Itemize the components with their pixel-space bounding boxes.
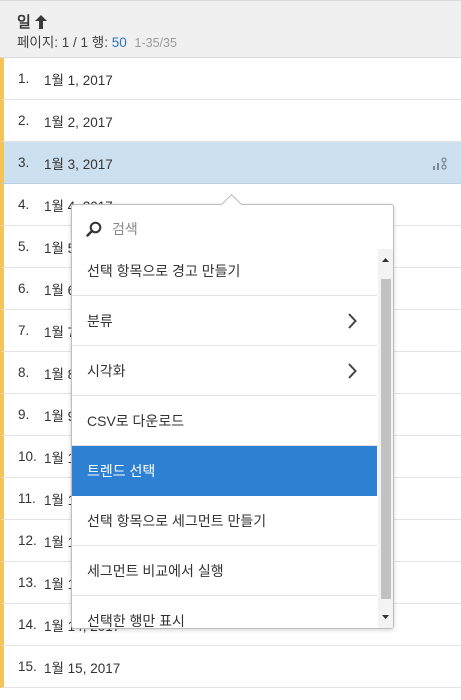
row-index: 15. [18,659,37,674]
menu-item-label: 선택 항목으로 세그먼트 만들기 [87,512,267,529]
menu-item-create-segment[interactable]: 선택 항목으로 세그먼트 만들기 [72,496,377,546]
menu-list: 선택 항목으로 경고 만들기 분류 시각화 CSV로 다운로드 트렌드 선택 선… [72,249,377,628]
row-index: 13. [18,575,37,590]
menu-item-create-alert[interactable]: 선택 항목으로 경고 만들기 [72,249,377,296]
chevron-right-icon [348,313,357,329]
menu-item-label: CSV로 다운로드 [87,412,185,429]
row-index: 11. [18,491,36,506]
menu-item-label: 트렌드 선택 [87,462,156,479]
row-index: 9. [18,407,30,422]
trend-icon[interactable] [433,156,449,170]
menu-item-label: 시각화 [87,362,126,379]
rows-per-page[interactable]: 50 [112,35,127,50]
table-header: 일 페이지: 1 / 1 행: 50 1-35/35 [0,0,461,58]
search-input[interactable] [110,220,364,238]
row-index: 4. [18,197,30,212]
search-icon [86,221,102,237]
menu-item-breakdown[interactable]: 분류 [72,296,377,346]
scroll-up-icon[interactable] [378,251,393,269]
menu-item-segment-comparison[interactable]: 세그먼트 비교에서 실행 [72,546,377,596]
rows-label: 행: [91,35,108,50]
row-range: 1-35/35 [134,36,177,50]
menu-item-label: 선택 항목으로 경고 만들기 [87,262,241,279]
column-title: 일 [17,14,31,31]
row-index: 3. [18,155,30,170]
scroll-thumb[interactable] [381,279,391,599]
pagination: 페이지: 1 / 1 행: 50 1-35/35 [17,31,177,51]
scroll-down-icon[interactable] [378,608,393,626]
column-header[interactable]: 일 [17,11,47,32]
row-label: 1월 1, 2017 [44,72,113,88]
table-row[interactable]: 15. 1월 15, 2017 [0,646,461,688]
row-index: 6. [18,281,30,296]
chevron-right-icon [348,363,357,379]
menu-item-label: 세그먼트 비교에서 실행 [87,562,224,579]
row-index: 1. [18,71,30,86]
row-index: 5. [18,239,30,254]
row-index: 7. [18,323,30,338]
menu-item-visualize[interactable]: 시각화 [72,346,377,396]
table-row[interactable]: 1. 1월 1, 2017 [0,58,461,100]
menu-item-download-csv[interactable]: CSV로 다운로드 [72,396,377,446]
row-index: 12. [18,533,37,548]
context-menu-popover: 선택 항목으로 경고 만들기 분류 시각화 CSV로 다운로드 트렌드 선택 선… [71,193,394,629]
table-row-selected[interactable]: 3. 1월 3, 2017 [0,142,461,184]
freeform-table: 일 페이지: 1 / 1 행: 50 1-35/35 1. 1월 1, 2017 … [0,0,461,700]
page-indicator: 페이지: 1 / 1 [17,35,89,50]
row-index: 14. [18,617,37,632]
row-index: 2. [18,113,30,128]
table-row[interactable]: 2. 1월 2, 2017 [0,100,461,142]
menu-item-show-selected-rows[interactable]: 선택한 행만 표시 [72,596,377,629]
row-label: 1월 15, 2017 [44,660,121,676]
row-index: 8. [18,365,30,380]
menu-item-label: 선택한 행만 표시 [87,612,185,629]
menu-item-label: 분류 [87,312,113,329]
menu-search [72,205,393,253]
menu-item-trend-selected[interactable]: 트렌드 선택 [72,446,377,496]
menu-scrollbar[interactable] [378,249,393,628]
row-label: 1월 2, 2017 [44,114,113,130]
row-index: 10. [18,449,37,464]
row-label: 1월 3, 2017 [44,156,113,172]
arrow-up-icon[interactable] [34,14,47,29]
